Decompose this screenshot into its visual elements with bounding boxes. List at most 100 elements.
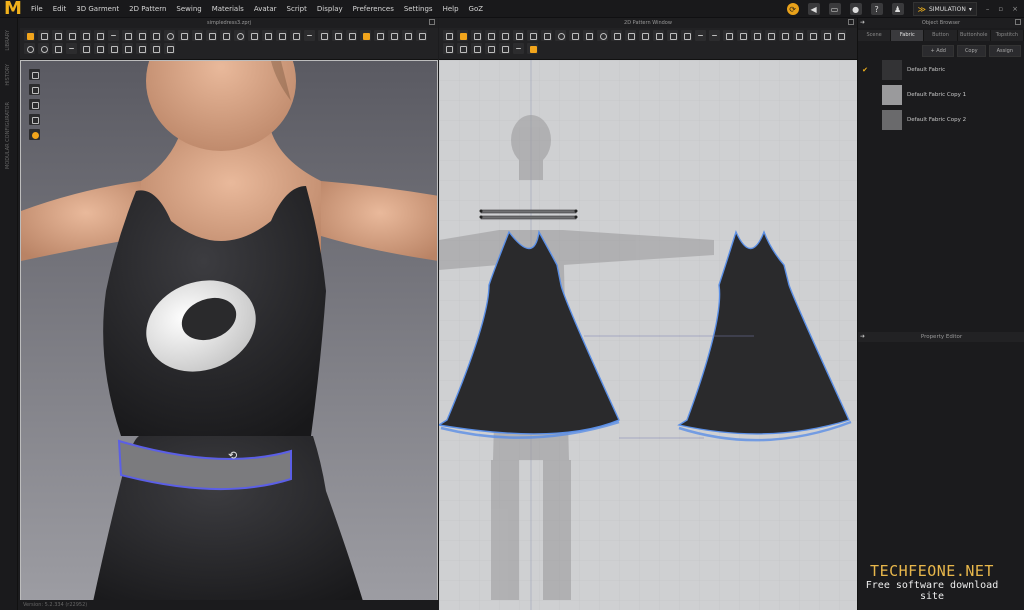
topstitch-tool-icon[interactable] <box>220 30 231 41</box>
puckering-2d-tool-icon[interactable] <box>807 30 818 41</box>
pin-2d-tool-icon[interactable] <box>527 43 538 54</box>
transform-tool-icon[interactable] <box>402 30 413 41</box>
maximize-button[interactable]: ▫ <box>998 5 1003 13</box>
m-n-sewing-tool-icon[interactable] <box>723 30 734 41</box>
select-move-tool-icon[interactable] <box>38 30 49 41</box>
free-sewing-tool-icon[interactable] <box>709 30 720 41</box>
segment-sewing-tool-icon[interactable] <box>695 30 706 41</box>
baseline-tool-icon[interactable] <box>513 43 524 54</box>
fold-2d-tool-icon[interactable] <box>765 30 776 41</box>
copy-fabric-button[interactable]: Copy <box>956 45 986 57</box>
button-tool-icon[interactable] <box>234 30 245 41</box>
turntable-tool-icon[interactable] <box>164 43 175 54</box>
tack-2d-tool-icon[interactable] <box>751 30 762 41</box>
fabric-tool-icon[interactable] <box>178 30 189 41</box>
measure-2d-tool-icon[interactable] <box>485 43 496 54</box>
internal-polygon-tool-icon[interactable] <box>569 30 580 41</box>
layer-tool-icon[interactable] <box>52 43 63 54</box>
simulation-mode-button[interactable]: ≫ SIMULATION ▾ <box>912 2 977 16</box>
garment-fit-tool-icon[interactable] <box>136 30 147 41</box>
graphic-2d-tool-icon[interactable] <box>457 43 468 54</box>
annotation-tool-icon[interactable] <box>471 43 482 54</box>
library-tab[interactable]: LIBRARY <box>5 30 11 51</box>
modular-configurator-tab[interactable]: MODULAR CONFIGURATOR <box>5 102 11 169</box>
menu-3d-garment[interactable]: 3D Garment <box>71 0 124 18</box>
dart-tool-icon[interactable] <box>611 30 622 41</box>
avatar-measure-tool-icon[interactable] <box>164 30 175 41</box>
transform-pattern-tool-icon[interactable] <box>443 30 454 41</box>
sync-tool-icon[interactable] <box>360 30 371 41</box>
window-expand-icon[interactable] <box>1015 19 1021 25</box>
camera-tool-icon[interactable] <box>108 43 119 54</box>
help-icon[interactable]: ? <box>870 3 883 15</box>
close-button[interactable]: × <box>1012 5 1018 13</box>
edit-curve-point-tool-icon[interactable] <box>485 30 496 41</box>
puckering-tool-icon[interactable] <box>346 30 357 41</box>
video-tool-icon[interactable] <box>150 43 161 54</box>
button-2d-tool-icon[interactable] <box>835 30 846 41</box>
edit-sewing-tool-icon[interactable] <box>681 30 692 41</box>
buttonhole-tool-icon[interactable] <box>443 43 454 54</box>
fabric-list-item[interactable]: Default Fabric Copy 2 <box>858 108 1024 132</box>
menu-goz[interactable]: GoZ <box>464 0 489 18</box>
tape-tool-icon[interactable] <box>262 30 273 41</box>
piping-tool-icon[interactable] <box>793 30 804 41</box>
flatten-tool-icon[interactable] <box>416 30 427 41</box>
show-garment-icon[interactable] <box>29 69 40 80</box>
fold-arrangement-tool-icon[interactable] <box>66 30 77 41</box>
speaker-icon[interactable]: ◀ <box>807 3 820 15</box>
pin-icon[interactable]: ➜ <box>860 18 865 28</box>
fabric-list-item[interactable]: Default Fabric Copy 1 <box>858 83 1024 107</box>
tab-fabric[interactable]: Fabric <box>891 30 925 41</box>
pattern-cut-tool-icon[interactable] <box>318 30 329 41</box>
menu-display[interactable]: Display <box>312 0 348 18</box>
trim-tool-icon[interactable] <box>276 30 287 41</box>
menu-help[interactable]: Help <box>438 0 464 18</box>
point-tool-icon[interactable] <box>24 43 35 54</box>
pin-tool-icon[interactable] <box>94 30 105 41</box>
zipper-tool-icon[interactable] <box>248 30 259 41</box>
show-avatar-icon[interactable] <box>29 84 40 95</box>
pleat-2d-tool-icon[interactable] <box>653 30 664 41</box>
select-mesh-tool-icon[interactable] <box>52 30 63 41</box>
render-tool-icon[interactable] <box>122 43 133 54</box>
avatar-xray-icon[interactable] <box>29 114 40 125</box>
3d-viewport[interactable]: ⟲ <box>20 60 438 610</box>
puppet-tool-icon[interactable] <box>374 30 385 41</box>
minimize-button[interactable]: – <box>986 5 990 13</box>
steam-tool-icon[interactable] <box>122 30 133 41</box>
avatar-skin-icon[interactable] <box>29 129 40 140</box>
lock-tool-icon[interactable] <box>38 43 49 54</box>
menu-sewing[interactable]: Sewing <box>171 0 206 18</box>
avatar-pose-icon[interactable]: ♟ <box>891 3 904 15</box>
grading-tool-icon[interactable] <box>667 30 678 41</box>
avatar-color-icon[interactable] <box>29 99 40 110</box>
gravity-tool-icon[interactable] <box>80 43 91 54</box>
window-expand-icon[interactable] <box>429 19 435 25</box>
check-sewing-tool-icon[interactable] <box>737 30 748 41</box>
pose-tool-icon[interactable] <box>388 30 399 41</box>
simulate-tool-icon[interactable] <box>24 30 35 41</box>
user-icon[interactable]: ● <box>849 3 862 15</box>
rectangle-tool-icon[interactable] <box>541 30 552 41</box>
menu-settings[interactable]: Settings <box>399 0 438 18</box>
fabric-list-item[interactable]: ✔ Default Fabric <box>858 58 1024 82</box>
screenshot-tool-icon[interactable] <box>136 43 147 54</box>
strain-map-tool-icon[interactable] <box>150 30 161 41</box>
texture-edit-tool-icon[interactable] <box>192 30 203 41</box>
pleat-tool-icon[interactable] <box>304 30 315 41</box>
menu-materials[interactable]: Materials <box>207 0 249 18</box>
internal-circle-tool-icon[interactable] <box>597 30 608 41</box>
texture-tool-icon[interactable] <box>639 30 650 41</box>
ellipse-tool-icon[interactable] <box>555 30 566 41</box>
polygon-tool-icon[interactable] <box>527 30 538 41</box>
internal-rectangle-tool-icon[interactable] <box>583 30 594 41</box>
shirring-tool-icon[interactable] <box>290 30 301 41</box>
wind-tool-icon[interactable] <box>94 43 105 54</box>
edit-pattern-tool-icon[interactable] <box>457 30 468 41</box>
tab-buttonhole[interactable]: Buttonhole <box>957 30 991 41</box>
measure-tool-icon[interactable] <box>108 30 119 41</box>
2d-pattern-canvas[interactable] <box>439 60 857 610</box>
tab-button[interactable]: Button <box>924 30 958 41</box>
elastic-tool-icon[interactable] <box>332 30 343 41</box>
